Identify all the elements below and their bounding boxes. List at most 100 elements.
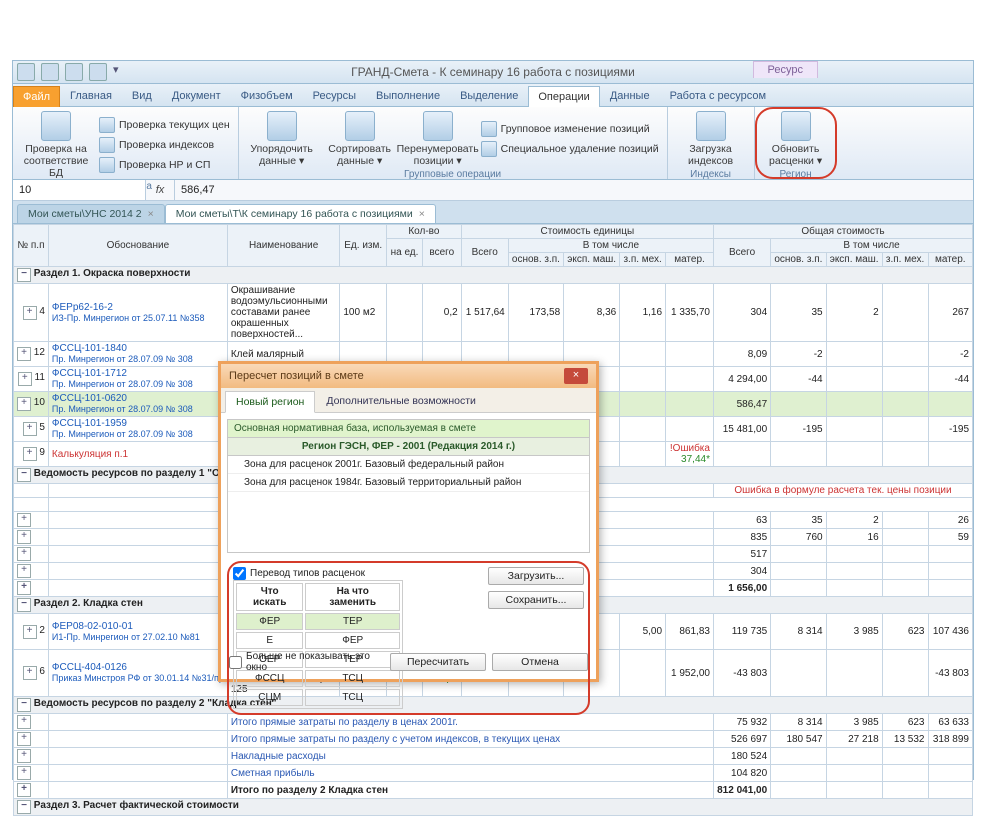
checkbox-input[interactable]	[229, 656, 242, 669]
qat-icon[interactable]	[17, 63, 35, 81]
update-prices-button[interactable]: Обновить расценки ▾	[759, 109, 833, 169]
dialog-titlebar[interactable]: Пересчет позиций в смете ×	[221, 364, 596, 388]
code-link[interactable]: ФССЦ-101-0620	[52, 393, 127, 404]
tab-view[interactable]: Вид	[122, 85, 162, 106]
expand-icon[interactable]: +	[23, 447, 37, 461]
section-row[interactable]: − Раздел 1. Окраска поверхности	[14, 267, 973, 284]
dialog-tab-new-region[interactable]: Новый регион	[225, 391, 315, 413]
tab-execution[interactable]: Выполнение	[366, 85, 450, 106]
sort-data-button[interactable]: Сортировать данные ▾	[323, 109, 397, 169]
code-link[interactable]: ФЕРр62-16-2	[52, 302, 113, 313]
group-change-button[interactable]: Групповое изменение позиций	[479, 120, 661, 138]
expand-icon[interactable]: +	[17, 564, 31, 578]
zone-1984[interactable]: Зона для расценок 1984г. Базовый террито…	[228, 474, 589, 492]
fx-icon[interactable]: fx	[146, 180, 175, 200]
tab-document[interactable]: Документ	[162, 85, 231, 106]
context-tab-resource[interactable]: Ресурс	[753, 61, 818, 78]
recalc-dialog: Пересчет позиций в смете × Новый регион …	[218, 361, 599, 682]
expand-icon[interactable]: +	[17, 547, 31, 561]
cancel-button[interactable]: Отмена	[492, 653, 588, 671]
check-indexes-button[interactable]: Проверка индексов	[97, 136, 232, 154]
zone-2001[interactable]: Зона для расценок 2001г. Базовый федерал…	[228, 456, 589, 474]
expand-icon[interactable]: +	[17, 581, 31, 595]
collapse-icon[interactable]: −	[17, 268, 31, 282]
summary-row[interactable]: +Накладные расходы180 524	[14, 748, 973, 765]
group-label: Индексы	[674, 169, 748, 180]
expand-icon[interactable]: +	[17, 347, 31, 361]
collapse-icon[interactable]: −	[17, 598, 31, 612]
expand-icon[interactable]: +	[23, 306, 37, 320]
code-link[interactable]: ФССЦ-101-1959	[52, 418, 127, 429]
order-data-button[interactable]: Упорядочить данные ▾	[245, 109, 319, 169]
qat-icon[interactable]	[89, 63, 107, 81]
globe-refresh-icon	[781, 111, 811, 141]
check-nr-sp-button[interactable]: Проверка НР и СП	[97, 156, 232, 174]
tab-selection[interactable]: Выделение	[450, 85, 528, 106]
sort-az-icon	[345, 111, 375, 141]
code-link[interactable]: ФССЦ-101-1840	[52, 343, 127, 354]
group-label: Регион	[759, 169, 833, 180]
check-prices-button[interactable]: Проверка текущих цен	[97, 116, 232, 134]
col-name: Наименование	[227, 225, 340, 267]
expand-icon[interactable]: +	[17, 749, 31, 763]
expand-icon[interactable]: +	[17, 530, 31, 544]
expand-icon[interactable]: +	[17, 397, 31, 411]
code-link[interactable]: Калькуляция п.1	[52, 449, 128, 460]
load-indexes-button[interactable]: Загрузка индексов	[674, 109, 748, 169]
expand-icon[interactable]: +	[17, 715, 31, 729]
load-indexes-icon	[696, 111, 726, 141]
special-delete-button[interactable]: Специальное удаление позиций	[479, 140, 661, 158]
ribbon: Проверка на соответствие БД Проверка тек…	[13, 107, 973, 180]
expand-icon[interactable]: +	[18, 372, 32, 386]
cell-reference[interactable]: 10	[13, 180, 146, 200]
summary-row[interactable]: +Итого прямые затраты по разделу с учето…	[14, 731, 973, 748]
close-icon[interactable]: ×	[419, 208, 425, 220]
save-button[interactable]: Сохранить...	[488, 591, 584, 609]
recalc-button[interactable]: Пересчитать	[390, 653, 486, 671]
close-button[interactable]: ×	[564, 368, 588, 384]
tab-resources[interactable]: Ресурсы	[303, 85, 366, 106]
ribbon-tabs: Файл Главная Вид Документ Физобъем Ресур…	[13, 84, 973, 107]
checkbox-input[interactable]	[233, 567, 246, 580]
tab-physvol[interactable]: Физобъем	[231, 85, 303, 106]
mapping-row[interactable]: ФЕРТЕР	[236, 613, 400, 630]
expand-icon[interactable]: +	[17, 783, 31, 797]
section-row[interactable]: − Раздел 3. Расчет фактической стоимости	[14, 799, 973, 816]
renumber-button[interactable]: Перенумеровать позиции ▾	[401, 109, 475, 169]
check-db-button[interactable]: Проверка на соответствие БД	[19, 109, 93, 181]
tab-file[interactable]: Файл	[13, 86, 60, 107]
app-title: ГРАНД-Смета - К семинару 16 работа с поз…	[351, 65, 635, 79]
close-icon[interactable]: ×	[148, 208, 154, 220]
summary-row[interactable]: +Итого по разделу 2 Кладка стен812 041,0…	[14, 782, 973, 799]
expand-icon[interactable]: +	[17, 766, 31, 780]
qat-icon[interactable]	[41, 63, 59, 81]
qat-icon[interactable]	[65, 63, 83, 81]
mapping-table[interactable]: Что искатьНа что заменить ФЕРТЕРЕФЕРОЕРТ…	[233, 580, 403, 709]
expand-icon[interactable]: +	[17, 732, 31, 746]
mapping-row[interactable]: СЦМТСЦ	[236, 689, 400, 706]
formula-value[interactable]: 586,47	[175, 184, 221, 196]
price-type-checkbox[interactable]: Перевод типов расценок	[233, 567, 480, 580]
summary-row[interactable]: +Сметная прибыль104 820	[14, 765, 973, 782]
col-qty: Кол-во	[387, 225, 462, 239]
tab-operations[interactable]: Операции	[528, 86, 599, 107]
dialog-tab-extra[interactable]: Дополнительные возможности	[315, 390, 487, 412]
col-unit-cost: Стоимость единицы	[461, 225, 713, 239]
code-link[interactable]: ФССЦ-101-1712	[52, 368, 127, 379]
doc-tab[interactable]: Мои сметы\УНС 2014 2×	[17, 204, 165, 223]
mapping-row[interactable]: ЕФЕР	[236, 632, 400, 649]
data-row[interactable]: + 4ФЕРр62-16-2ИЗ-Пр. Минрегион от 25.07.…	[14, 284, 973, 342]
qat-dropdown-icon[interactable]: ▾	[113, 63, 123, 79]
document-tabs: Мои сметы\УНС 2014 2× Мои сметы\Т\К семи…	[13, 201, 973, 224]
tab-work-resource[interactable]: Работа с ресурсом	[660, 85, 776, 106]
collapse-icon[interactable]: −	[17, 800, 31, 814]
load-button[interactable]: Загрузить...	[488, 567, 584, 585]
renumber-icon	[423, 111, 453, 141]
dont-show-checkbox[interactable]: Больше не показывать это окно	[229, 651, 390, 673]
doc-tab-active[interactable]: Мои сметы\Т\К семинару 16 работа с позиц…	[165, 204, 436, 223]
index-check-icon	[99, 137, 115, 153]
expand-icon[interactable]: +	[17, 513, 31, 527]
expand-icon[interactable]: +	[23, 422, 37, 436]
tab-home[interactable]: Главная	[60, 85, 122, 106]
tab-data[interactable]: Данные	[600, 85, 660, 106]
